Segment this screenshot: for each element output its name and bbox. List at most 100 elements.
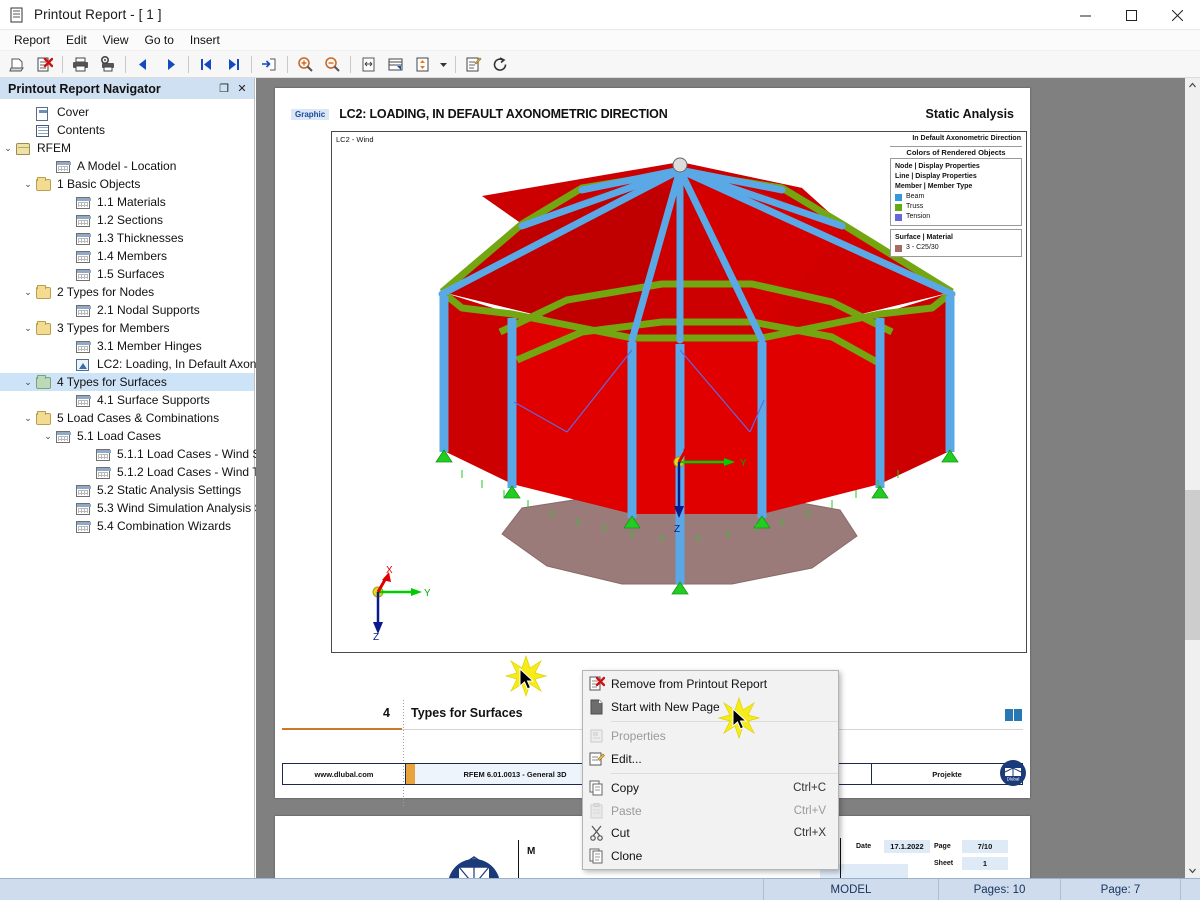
menu-insert[interactable]: Insert	[182, 31, 228, 49]
tree-item[interactable]: 4.1 Surface Supports	[0, 391, 254, 409]
previous-page-icon[interactable]	[131, 53, 156, 76]
icon-glyph	[76, 305, 91, 317]
next-page-icon[interactable]	[158, 53, 183, 76]
tree-item[interactable]: 1.4 Members	[0, 247, 254, 265]
chevron-down-icon[interactable]: ⌄	[20, 320, 36, 336]
page2-row-sheet: Sheet 1	[856, 855, 1012, 872]
context-menu-item[interactable]: Copy Ctrl+C	[583, 777, 838, 800]
tree-item[interactable]: ⌄ 5.1 Load Cases	[0, 427, 254, 445]
tree-item[interactable]: 5.1.2 Load Cases - Wind Tun...	[0, 463, 282, 481]
maximize-button[interactable]	[1108, 0, 1154, 30]
menu-report[interactable]: Report	[6, 31, 58, 49]
minimize-button[interactable]	[1062, 0, 1108, 30]
tree-item[interactable]: ⌄ 4 Types for Surfaces	[0, 373, 254, 391]
svg-text:Z: Z	[373, 632, 379, 640]
tree-item[interactable]: 5.2 Static Analysis Settings	[0, 481, 254, 499]
icon-glyph	[76, 197, 91, 209]
refresh-icon[interactable]	[488, 53, 513, 76]
new-page-icon	[583, 696, 611, 718]
tree-item[interactable]: ⌄ 5 Load Cases & Combinations	[0, 409, 254, 427]
menu-view[interactable]: View	[95, 31, 137, 49]
svg-text:Z: Z	[674, 524, 680, 535]
tree-item[interactable]: LC2: Loading, In Default Axonom...	[0, 355, 283, 373]
tree-item[interactable]: 1.3 Thicknesses	[0, 229, 254, 247]
chevron-down-icon[interactable]: ⌄	[40, 428, 56, 444]
page2-model-letter: M	[527, 846, 536, 857]
tree-item[interactable]: ⌄ 3 Types for Members	[0, 319, 254, 337]
close-button[interactable]	[1154, 0, 1200, 30]
icon-glyph	[76, 359, 89, 371]
tree-twisty-empty	[60, 500, 76, 516]
tree-item[interactable]: 5.1.1 Load Cases - Wind Sim...	[0, 445, 283, 463]
delete-report-icon[interactable]	[32, 53, 57, 76]
context-menu-item[interactable]: Cut Ctrl+X	[583, 822, 838, 845]
tree-item[interactable]: ⌄ 2 Types for Nodes	[0, 283, 254, 301]
float-panel-icon[interactable]: ❐	[216, 81, 232, 97]
context-menu-item[interactable]: Clone	[583, 845, 838, 868]
tree-item[interactable]: ⌄ 1 Basic Objects	[0, 175, 254, 193]
orientation-icon[interactable]	[410, 53, 435, 76]
tree-item-label: 1.5 Surfaces	[97, 267, 165, 281]
chevron-down-icon[interactable]: ⌄	[20, 284, 36, 300]
print-preview-icon[interactable]	[5, 53, 30, 76]
status-spacer	[0, 879, 763, 900]
scroll-up-icon[interactable]	[1185, 78, 1200, 93]
first-page-icon[interactable]	[194, 53, 219, 76]
context-menu-item[interactable]: Remove from Printout Report	[583, 673, 838, 696]
tree-twisty-empty	[60, 302, 76, 318]
print-icon[interactable]	[68, 53, 93, 76]
tree-item[interactable]: 1.5 Surfaces	[0, 265, 254, 283]
chevron-down-icon[interactable]: ⌄	[20, 410, 36, 426]
tree-item[interactable]: 3.1 Member Hinges	[0, 337, 254, 355]
vertical-scrollbar[interactable]	[1185, 78, 1200, 878]
printer-settings-icon[interactable]	[95, 53, 120, 76]
table-icon	[36, 105, 52, 121]
legend-label-material: 3 - C25/30	[906, 244, 939, 251]
section-title[interactable]: Types for Surfaces	[411, 706, 523, 720]
menu-edit[interactable]: Edit	[58, 31, 95, 49]
svg-text:Dlubal: Dlubal	[1007, 777, 1020, 782]
table-icon	[96, 447, 112, 461]
remove-from-report-icon	[583, 673, 611, 695]
zoom-out-icon[interactable]	[320, 53, 345, 76]
tree-item[interactable]: A Model - Location	[0, 157, 254, 175]
chevron-down-icon[interactable]: ⌄	[0, 140, 16, 156]
vertical-scrollbar-thumb[interactable]	[1185, 490, 1200, 640]
tree-item[interactable]: Contents	[0, 121, 254, 139]
context-menu-item[interactable]: Edit...	[583, 748, 838, 771]
section-table-icon[interactable]	[1005, 709, 1023, 721]
context-menu-item[interactable]: Start with New Page	[583, 696, 838, 719]
tree-item-label: 1.2 Sections	[97, 213, 164, 227]
tree-twisty-empty	[60, 356, 76, 372]
tree-twisty-empty	[60, 230, 76, 246]
tree-twisty-empty	[80, 464, 96, 480]
go-to-page-icon[interactable]	[257, 53, 282, 76]
page-setup-icon[interactable]	[383, 53, 408, 76]
status-resize-grip[interactable]	[1180, 878, 1200, 900]
tree-item[interactable]: ⌄ RFEM	[0, 139, 254, 157]
tree-item[interactable]: Cover	[0, 103, 254, 121]
menu-goto[interactable]: Go to	[137, 31, 182, 49]
close-panel-icon[interactable]: ✕	[234, 81, 250, 97]
scroll-down-icon[interactable]	[1185, 863, 1200, 878]
zoom-in-icon[interactable]	[293, 53, 318, 76]
tree-item[interactable]: 1.2 Sections	[0, 211, 254, 229]
last-page-icon[interactable]	[221, 53, 246, 76]
context-menu-divider	[611, 773, 838, 774]
tree-item[interactable]: 1.1 Materials	[0, 193, 254, 211]
context-menu-item-label: Remove from Printout Report	[611, 677, 768, 692]
chevron-down-icon[interactable]: ⌄	[20, 176, 36, 192]
dropdown-arrow-icon[interactable]	[437, 53, 450, 76]
tree-item[interactable]: 5.3 Wind Simulation Analysis Sett...	[0, 499, 286, 517]
edit-report-icon[interactable]	[461, 53, 486, 76]
tree-item[interactable]: 2.1 Nodal Supports	[0, 301, 254, 319]
icon-glyph	[36, 107, 48, 121]
context-menu[interactable]: Remove from Printout Report Start with Ne…	[582, 670, 839, 870]
tree-twisty-empty	[60, 338, 76, 354]
tree-item[interactable]: 5.4 Combination Wizards	[0, 517, 254, 535]
chevron-down-icon[interactable]: ⌄	[20, 374, 36, 390]
graphic-frame[interactable]: LC2 - Wind In Default Axonometric Direct…	[331, 131, 1027, 653]
table-icon	[76, 231, 92, 245]
fit-page-icon[interactable]	[356, 53, 381, 76]
global-axis-triad: Y X Z	[360, 562, 431, 643]
